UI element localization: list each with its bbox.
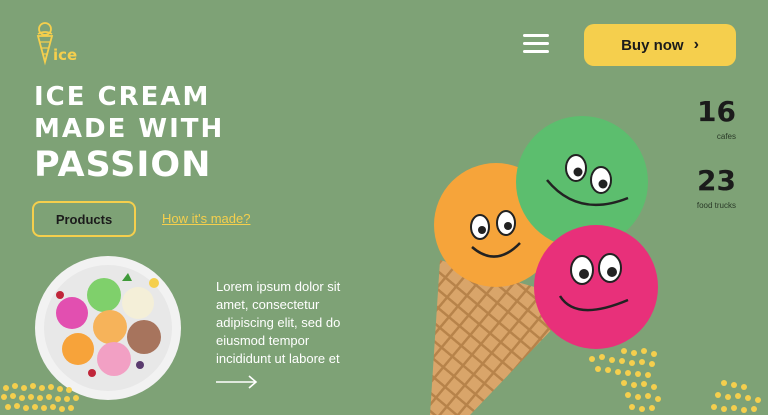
decorative-dots-left (1, 383, 79, 412)
logo-text: ice (53, 46, 77, 64)
stat-food-trucks-label: food trucks (696, 201, 736, 210)
stat-cafes: 16 cafes (697, 95, 736, 142)
hero-description: Lorem ipsum dolor sit amet, consectetur … (216, 279, 341, 366)
hero-title: ICE CREAM MADE WITH PASSION (34, 84, 224, 183)
buy-now-button[interactable]: Buy now › (584, 24, 736, 66)
ice-cream-cone-icon: ice (36, 22, 77, 66)
chevron-right-icon: › (693, 35, 699, 53)
hamburger-menu-icon[interactable] (520, 34, 552, 56)
stat-cafes-label: cafes (716, 132, 736, 141)
stat-cafes-value: 16 (697, 95, 736, 128)
hero-title-line1: ICE CREAM (34, 82, 211, 112)
stat-food-trucks-value: 23 (697, 164, 736, 197)
arrow-right-icon[interactable] (215, 374, 259, 390)
how-its-made-link[interactable]: How it's made? (162, 211, 250, 226)
products-button-label: Products (55, 211, 113, 227)
hero-title-line3: PASSION (34, 145, 212, 185)
stat-food-trucks: 23 food trucks (696, 164, 736, 211)
brand-logo[interactable]: ice (32, 18, 82, 66)
decorative-dots-right (589, 348, 761, 413)
products-button[interactable]: Products (32, 201, 136, 237)
hero-title-line2: MADE WITH (34, 114, 225, 144)
buy-now-label: Buy now (621, 36, 684, 54)
